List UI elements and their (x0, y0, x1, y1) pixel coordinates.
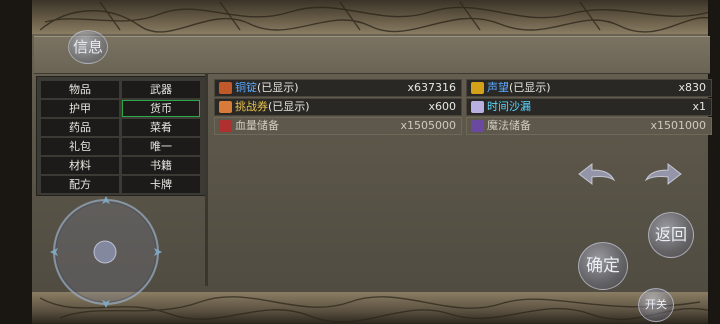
currency-suffix: (已显示) (268, 100, 310, 113)
currency-item[interactable]: 声望(已显示) x830 (466, 79, 712, 97)
hp-reserve-icon (219, 120, 232, 132)
category-tab[interactable]: 物品 (41, 81, 119, 98)
currency-name: 挑战券 (235, 100, 268, 113)
currency-count: x1 (692, 100, 706, 113)
currency-suffix: (已显示) (257, 81, 299, 94)
currency-item[interactable]: 挑战券(已显示) x600 (214, 98, 462, 116)
currency-item[interactable]: 血量储备 x1505000 (214, 117, 462, 135)
category-panel: 物品 武器 护甲 货币 药品 菜肴 礼包 唯一 材料 书籍 配方 卡牌 (36, 76, 206, 196)
game-screen: 信息 物品 武器 护甲 货币 药品 菜肴 礼包 唯一 材料 书籍 配方 卡牌 铜… (0, 0, 720, 324)
panel-divider (205, 74, 208, 286)
currency-count: x1501000 (650, 119, 707, 132)
currency-suffix: (已显示) (509, 81, 551, 94)
hourglass-icon (471, 101, 484, 113)
arrow-left-icon[interactable] (576, 160, 616, 188)
virtual-joystick[interactable] (46, 196, 166, 310)
copper-ingot-icon (219, 82, 232, 94)
header-strip (34, 36, 710, 74)
category-tab-selected[interactable]: 货币 (122, 100, 200, 117)
mp-reserve-icon (471, 120, 484, 132)
category-tab[interactable]: 礼包 (41, 138, 119, 155)
currency-count: x600 (428, 100, 456, 113)
category-tab[interactable]: 菜肴 (122, 119, 200, 136)
currency-list: 铜锭(已显示) x637316 声望(已显示) x830 挑战券(已显示) x6… (210, 76, 712, 286)
currency-item[interactable]: 时间沙漏 x1 (466, 98, 712, 116)
category-tab[interactable]: 药品 (41, 119, 119, 136)
currency-name: 时间沙漏 (487, 100, 531, 113)
reputation-icon (471, 82, 484, 94)
category-tab[interactable]: 护甲 (41, 100, 119, 117)
currency-count: x1505000 (400, 119, 457, 132)
category-tab[interactable]: 唯一 (122, 138, 200, 155)
category-tab[interactable]: 配方 (41, 176, 119, 193)
currency-item[interactable]: 铜锭(已显示) x637316 (214, 79, 462, 97)
confirm-button[interactable]: 确定 (578, 242, 628, 290)
currency-count: x637316 (407, 81, 456, 94)
currency-count: x830 (678, 81, 706, 94)
currency-name: 铜锭 (235, 81, 257, 94)
info-button[interactable]: 信息 (68, 30, 108, 64)
arrow-right-icon[interactable] (644, 160, 684, 188)
currency-name: 血量储备 (235, 119, 279, 132)
currency-name: 声望 (487, 81, 509, 94)
ornate-frame-top (0, 0, 720, 34)
currency-name: 魔法储备 (487, 119, 531, 132)
toggle-button[interactable]: 开关 (638, 288, 674, 322)
back-button[interactable]: 返回 (648, 212, 694, 258)
category-tab[interactable]: 书籍 (122, 157, 200, 174)
category-tab[interactable]: 材料 (41, 157, 119, 174)
frame-left-edge (0, 0, 32, 324)
category-tab[interactable]: 武器 (122, 81, 200, 98)
category-tab[interactable]: 卡牌 (122, 176, 200, 193)
currency-item[interactable]: 魔法储备 x1501000 (466, 117, 712, 135)
challenge-ticket-icon (219, 101, 232, 113)
